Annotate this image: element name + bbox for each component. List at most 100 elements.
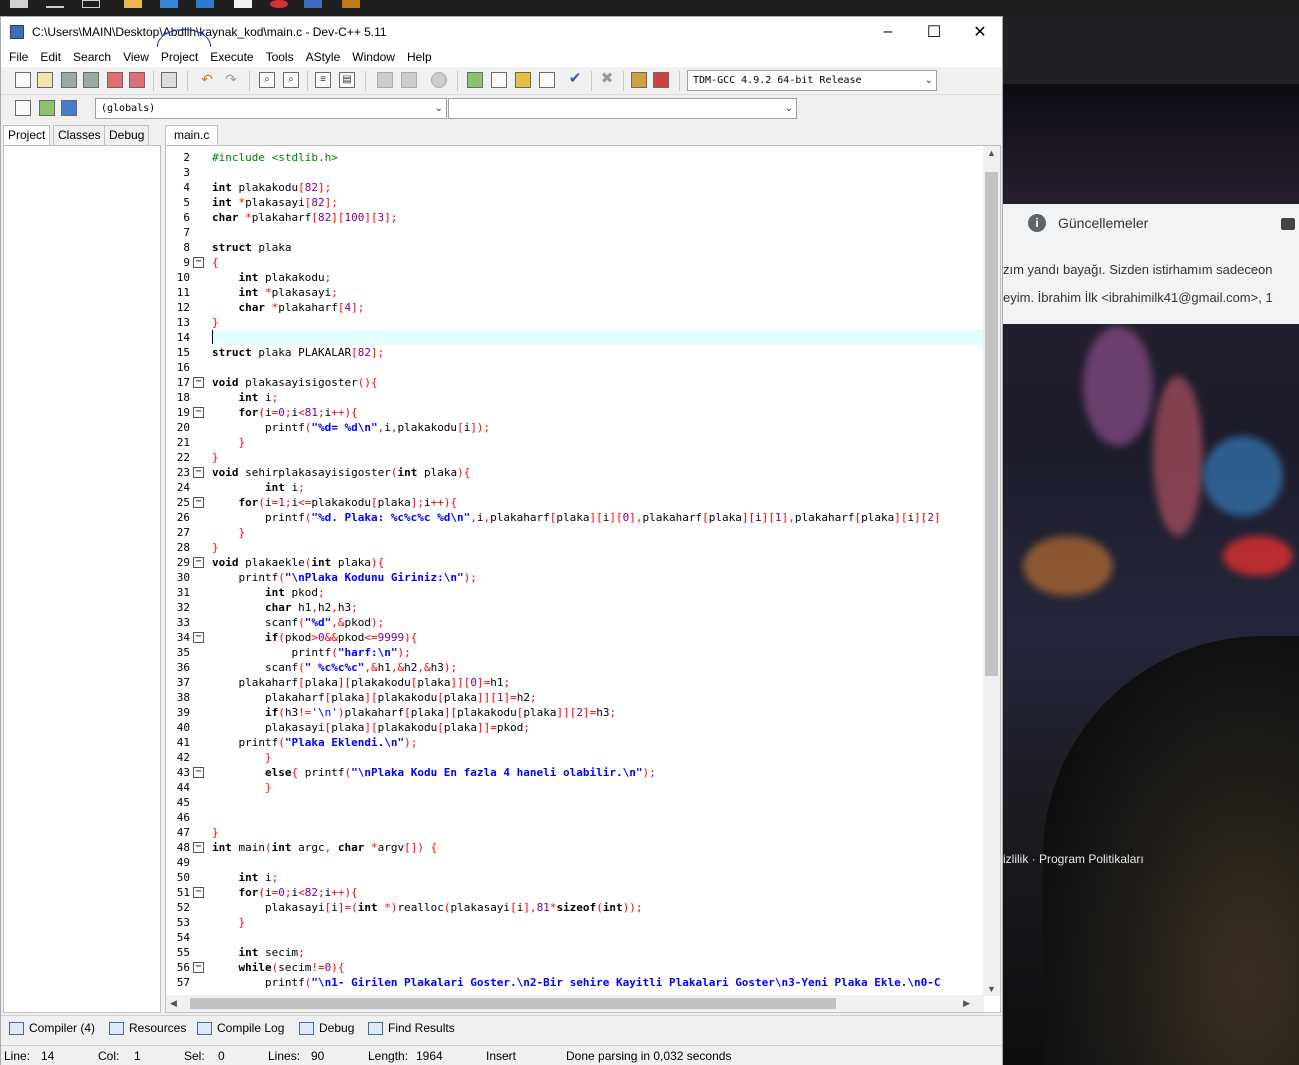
code-line[interactable]: plakasayi[i]=(int *)realloc(plakasayi[i]… — [212, 900, 643, 915]
code-line[interactable]: printf("\nPlaka Kodunu Giriniz:\n"); — [212, 570, 476, 585]
code-line[interactable]: int *plakasayi[82]; — [212, 195, 338, 210]
code-line[interactable]: for(i=0;i<82;i++){ — [212, 885, 358, 900]
goto-line-icon[interactable]: ≡ — [315, 72, 331, 88]
code-line[interactable]: } — [212, 825, 219, 840]
code-line[interactable]: if(h3!='\n')plakaharf[plaka][plakakodu[p… — [212, 705, 616, 720]
code-line[interactable]: printf("%d. Plaka: %c%c%c %d\n",i,plakah… — [212, 510, 941, 525]
mail-icon[interactable] — [234, 0, 252, 8]
fold-toggle-icon[interactable]: − — [193, 377, 204, 388]
code-line[interactable]: int plakakodu; — [212, 270, 332, 285]
insert-icon[interactable] — [15, 100, 31, 116]
close-file-icon[interactable] — [107, 72, 123, 88]
close-all-icon[interactable] — [129, 72, 145, 88]
save-icon[interactable] — [61, 72, 77, 88]
symbol-select[interactable]: ⌄ — [448, 98, 797, 119]
tab-find-results[interactable]: Find Results — [368, 1019, 455, 1037]
vertical-scroll-thumb[interactable] — [985, 172, 998, 676]
tab-project[interactable]: Project — [3, 125, 51, 146]
code-line[interactable]: int *plakasayi; — [212, 285, 338, 300]
search-icon[interactable] — [46, 0, 64, 8]
horizontal-scrollbar[interactable]: ◀ ▶ — [166, 995, 984, 1012]
code-line[interactable]: scanf(" %c%c%c",&h1,&h2,&h3); — [212, 660, 457, 675]
code-line[interactable]: } — [212, 450, 219, 465]
code-line[interactable]: plakasayi[plaka][plakakodu[plaka]]=pkod; — [212, 720, 530, 735]
code-line[interactable]: for(i=0;i<81;i++){ — [212, 405, 358, 420]
menu-execute[interactable]: Execute — [204, 47, 259, 67]
fold-toggle-icon[interactable]: − — [193, 497, 204, 508]
opera-icon[interactable] — [270, 0, 288, 8]
profile-icon[interactable] — [631, 72, 647, 88]
fold-toggle-icon[interactable]: − — [193, 887, 204, 898]
open-icon[interactable] — [37, 72, 53, 88]
devcpp-taskbar-icon[interactable] — [304, 0, 322, 8]
title-bar[interactable]: C:\Users\MAIN\Desktop\Abdllh\kaynak_kod\… — [1, 17, 1002, 47]
code-line[interactable]: char *plakaharf[82][100][3]; — [212, 210, 397, 225]
code-line[interactable]: int secim; — [212, 945, 305, 960]
delete-profile-icon[interactable] — [653, 72, 669, 88]
check-syntax-icon[interactable]: ✔ — [567, 71, 583, 88]
menu-tools[interactable]: Tools — [260, 47, 300, 67]
code-line[interactable]: int plakakodu[82]; — [212, 180, 331, 195]
maximize-button[interactable]: ☐ — [911, 17, 957, 47]
toggle-bookmark-icon[interactable]: ▤ — [339, 72, 355, 88]
undo-icon[interactable]: ↶ — [199, 72, 215, 88]
fold-toggle-icon[interactable]: − — [193, 632, 204, 643]
code-line[interactable]: if(pkod>0&&pkod<=9999){ — [212, 630, 417, 645]
code-line[interactable]: plakaharf[plaka][plakakodu[plaka]][1]=h2… — [212, 690, 537, 705]
code-line[interactable]: void plakasayisigoster(){ — [212, 375, 378, 390]
scroll-left-icon[interactable]: ◀ — [170, 998, 177, 1009]
project-options-icon[interactable] — [491, 72, 507, 88]
goto-icon[interactable] — [61, 100, 77, 116]
code-line[interactable]: int i; — [212, 870, 279, 885]
windows-icon[interactable] — [196, 0, 214, 8]
project-panel[interactable] — [3, 145, 161, 1013]
scroll-down-icon[interactable]: ▼ — [987, 984, 996, 994]
redo-icon[interactable]: ↷ — [223, 72, 239, 88]
code-line[interactable]: else{ printf("\nPlaka Kodu En fazla 4 ha… — [212, 765, 656, 780]
scope-select[interactable]: (globals) ⌄ — [95, 98, 447, 119]
new-file-icon[interactable] — [15, 72, 31, 88]
menu-astyle[interactable]: AStyle — [300, 47, 347, 67]
new-project-icon[interactable] — [467, 72, 483, 88]
code-line[interactable]: int pkod; — [212, 585, 325, 600]
code-line[interactable]: char h1,h2,h3; — [212, 600, 358, 615]
close-button[interactable]: ✕ — [957, 17, 1003, 47]
stop-execution-icon[interactable]: ✖ — [599, 71, 615, 88]
tab-compiler[interactable]: Compiler (4) — [9, 1019, 95, 1037]
code-line[interactable]: int main(int argc, char *argv[]) { — [212, 840, 437, 855]
fold-toggle-icon[interactable]: − — [193, 467, 204, 478]
menu-help[interactable]: Help — [401, 47, 438, 67]
code-line[interactable]: plakaharf[plaka][plakakodu[plaka]][0]=h1… — [212, 675, 510, 690]
code-line[interactable]: printf("harf:\n"); — [212, 645, 410, 660]
code-area[interactable]: #include <stdlib.h> int plakakodu[82]; int… — [212, 150, 984, 996]
code-line[interactable]: } — [212, 780, 272, 795]
menu-window[interactable]: Window — [346, 47, 401, 67]
code-line[interactable]: int i; — [212, 480, 305, 495]
task-view-icon[interactable] — [82, 0, 100, 8]
file-explorer-icon[interactable] — [124, 0, 142, 8]
code-line[interactable]: for(i=1;i<=plakakodu[plaka];i++){ — [212, 495, 458, 510]
save-all-icon[interactable] — [83, 72, 99, 88]
code-line[interactable]: } — [212, 915, 246, 930]
menu-edit[interactable]: Edit — [34, 47, 67, 67]
horizontal-scroll-thumb[interactable] — [190, 998, 836, 1009]
toggle-icon[interactable] — [39, 100, 55, 116]
code-line[interactable]: char *plakaharf[4]; — [212, 300, 365, 315]
toggle-comment-icon[interactable] — [431, 72, 447, 88]
code-line[interactable]: printf("Plaka Eklendi.\n"); — [212, 735, 417, 750]
indent-icon[interactable] — [401, 72, 417, 88]
menu-project[interactable]: Project — [155, 47, 204, 67]
scroll-right-icon[interactable]: ▶ — [963, 998, 970, 1009]
code-line[interactable]: } — [212, 750, 272, 765]
print-icon[interactable] — [161, 72, 177, 88]
fold-toggle-icon[interactable]: − — [193, 842, 204, 853]
tab-classes[interactable]: Classes — [53, 125, 106, 145]
vertical-scrollbar[interactable]: ▲ ▼ — [983, 146, 1000, 996]
code-line[interactable]: void sehirplakasayisigoster(int plaka){ — [212, 465, 470, 480]
code-line[interactable]: } — [212, 315, 219, 330]
code-line[interactable]: struct plaka — [212, 240, 292, 255]
fold-toggle-icon[interactable]: − — [193, 767, 204, 778]
windows-start-icon[interactable] — [10, 0, 28, 8]
tab-resources[interactable]: Resources — [109, 1019, 186, 1037]
tab-debug[interactable]: Debug — [104, 125, 150, 145]
